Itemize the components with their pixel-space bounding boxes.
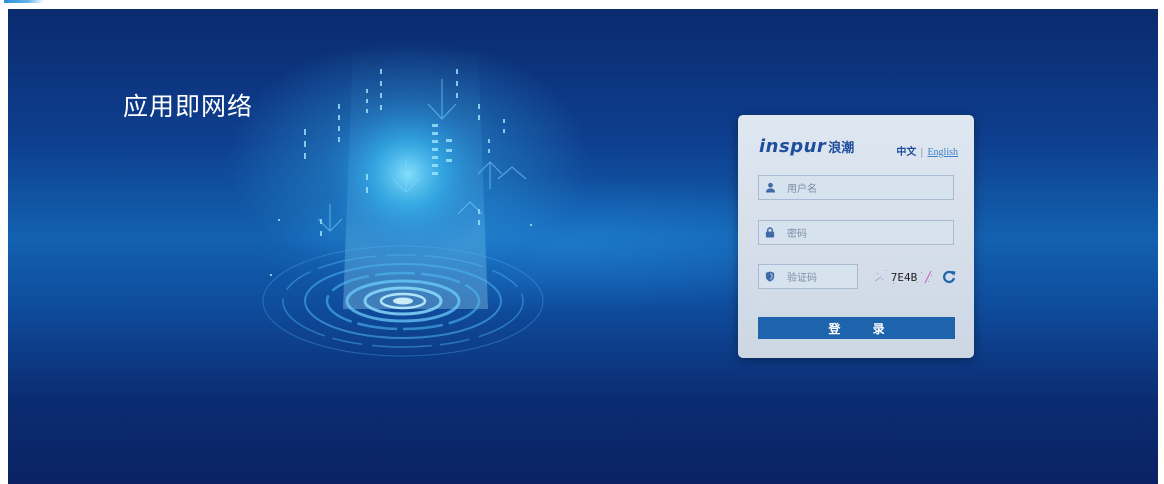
login-panel: inspur 浪潮 中文 | English 用户名 密码 验证码 7E4B 登… xyxy=(738,115,974,358)
login-button[interactable]: 登 录 xyxy=(758,317,955,339)
top-accent xyxy=(4,0,44,3)
language-switcher: 中文 | English xyxy=(896,143,958,158)
captcha-field[interactable]: 验证码 xyxy=(758,264,858,289)
password-field[interactable]: 密码 xyxy=(758,220,954,245)
user-icon xyxy=(759,176,781,199)
password-placeholder: 密码 xyxy=(787,229,807,240)
logo-text-en: inspur xyxy=(759,136,827,157)
slogan-title: 应用即网络 xyxy=(123,92,254,121)
top-strip xyxy=(0,0,1164,9)
refresh-captcha-button[interactable] xyxy=(940,267,958,287)
username-placeholder: 用户名 xyxy=(787,184,817,195)
inspur-logo: inspur 浪潮 xyxy=(759,136,855,157)
lock-icon xyxy=(759,221,781,244)
login-background: 应用即网络 inspur 浪潮 中文 | English 用户名 密码 验证码 … xyxy=(8,9,1158,484)
logo-text-cn: 浪潮 xyxy=(828,141,855,156)
shield-icon xyxy=(759,265,781,288)
refresh-icon xyxy=(943,270,956,284)
lang-separator: | xyxy=(920,147,923,158)
hero-illustration xyxy=(262,49,544,357)
captcha-image[interactable]: 7E4B xyxy=(873,267,935,287)
captcha-text: 7E4B xyxy=(890,270,918,284)
username-field[interactable]: 用户名 xyxy=(758,175,954,200)
lang-english-link[interactable]: English xyxy=(927,147,958,158)
lang-chinese-link[interactable]: 中文 xyxy=(896,147,916,158)
captcha-placeholder: 验证码 xyxy=(787,273,817,284)
